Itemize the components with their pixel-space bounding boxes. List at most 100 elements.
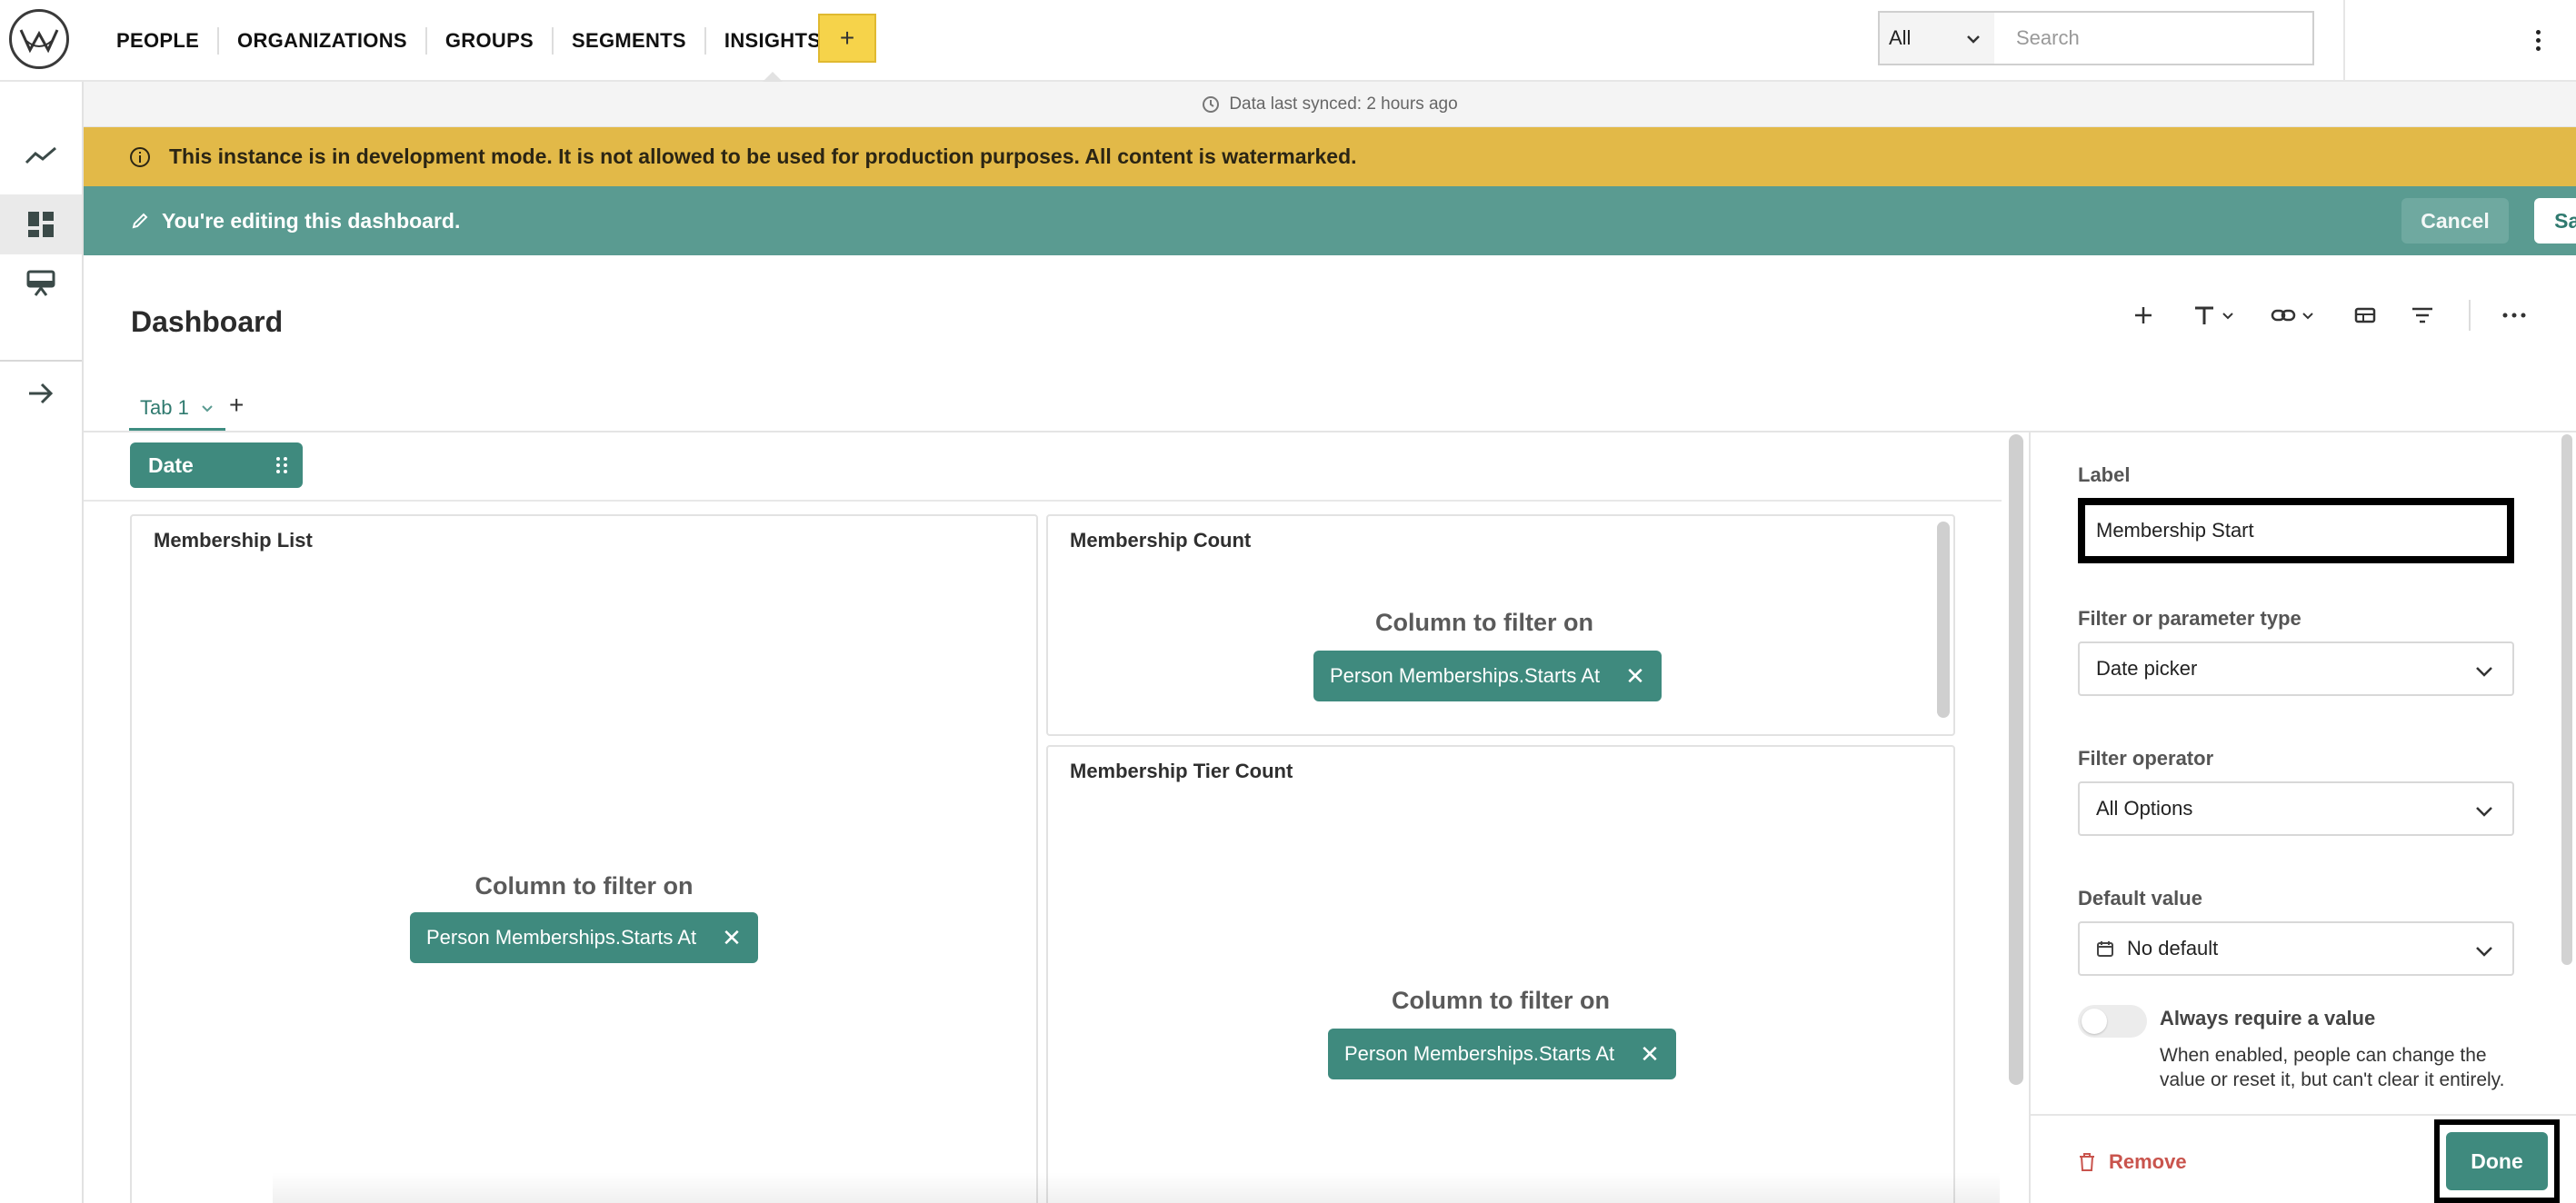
panel-scrollbar[interactable] — [2561, 434, 2572, 965]
done-button[interactable]: Done — [2446, 1132, 2548, 1190]
card-membership-tier-count[interactable]: Membership Tier Count Column to filter o… — [1046, 745, 1955, 1203]
search-scope-value: All — [1889, 26, 1912, 49]
require-value-help: When enabled, people can change the valu… — [2160, 1045, 2505, 1090]
chevron-down-icon — [2476, 947, 2492, 957]
more-options-button[interactable] — [2501, 296, 2527, 334]
add-filter-button[interactable] — [2411, 296, 2434, 334]
filter-strip: Date — [84, 434, 2002, 502]
nav-segments[interactable]: SEGMENTS — [554, 27, 706, 55]
chevron-down-icon — [1967, 35, 1980, 44]
chevron-down-icon — [2476, 807, 2492, 817]
main-nav: PEOPLE ORGANIZATIONS GROUPS SEGMENTS INS… — [98, 0, 839, 82]
nav-people[interactable]: PEOPLE — [98, 27, 220, 55]
card-membership-list[interactable]: Membership List Column to filter on Pers… — [130, 514, 1038, 1203]
add-new-button[interactable]: + — [818, 14, 876, 63]
add-question-button[interactable] — [2132, 296, 2154, 334]
close-icon[interactable]: ✕ — [722, 926, 742, 949]
arrow-right-icon[interactable] — [0, 363, 82, 423]
dashboard-icon[interactable] — [0, 194, 82, 254]
sync-text: Data last synced: 2 hours ago — [1229, 94, 1458, 114]
column-filter-value: Person Memberships.Starts At — [1344, 1042, 1615, 1065]
edit-mode-bar: You're editing this dashboard. Cancel Sa… — [84, 186, 2576, 255]
column-filter-value: Person Memberships.Starts At — [426, 926, 697, 949]
cancel-button[interactable]: Cancel — [2401, 198, 2509, 244]
plus-icon — [2135, 307, 2152, 323]
column-filter-value: Person Memberships.Starts At — [1330, 664, 1601, 687]
section-icon — [2354, 307, 2376, 323]
logo-icon[interactable] — [9, 9, 69, 69]
bottom-shadow — [273, 1172, 2000, 1203]
filter-type-select[interactable]: Date picker — [2078, 641, 2514, 696]
card-title: Membership Count — [1070, 529, 1252, 552]
add-section-button[interactable] — [2354, 296, 2376, 334]
rail-divider — [0, 360, 82, 362]
card-title: Membership Tier Count — [1070, 760, 1293, 782]
edit-mode-text: You're editing this dashboard. — [162, 208, 461, 233]
operator-heading: Filter operator — [2078, 747, 2214, 770]
save-button[interactable]: Save — [2534, 198, 2576, 244]
default-value-text: No default — [2127, 937, 2219, 959]
filter-type-value: Date picker — [2096, 657, 2198, 680]
column-filter-chip[interactable]: Person Memberships.Starts At ✕ — [1328, 1029, 1676, 1079]
column-filter-chip[interactable]: Person Memberships.Starts At ✕ — [1313, 651, 1662, 701]
add-tab-button[interactable]: + — [229, 391, 244, 420]
date-filter-chip[interactable]: Date — [130, 442, 303, 488]
default-value-select[interactable]: No default — [2078, 921, 2514, 976]
close-icon[interactable]: ✕ — [1640, 1042, 1660, 1066]
info-icon — [130, 146, 150, 167]
column-filter-chip[interactable]: Person Memberships.Starts At ✕ — [410, 912, 758, 963]
panel-footer: Remove Done — [2031, 1114, 2576, 1203]
tab-1[interactable]: Tab 1 — [129, 387, 225, 431]
card-scrollbar[interactable] — [1937, 522, 1950, 718]
filter-operator-value: All Options — [2096, 797, 2193, 820]
grip-icon[interactable] — [276, 457, 288, 473]
more-icon — [2502, 313, 2526, 318]
link-icon — [2271, 309, 2296, 322]
left-rail — [0, 82, 84, 1203]
default-heading: Default value — [2078, 887, 2202, 910]
dashboard-scrollbar[interactable] — [2009, 434, 2023, 1085]
label-input-value: Membership Start — [2096, 519, 2254, 542]
type-heading: Filter or parameter type — [2078, 607, 2301, 630]
column-filter-label: Column to filter on — [1375, 609, 1593, 636]
chart-line-icon[interactable] — [0, 125, 82, 185]
clock-icon — [1203, 95, 1220, 113]
dev-mode-banner: This instance is in development mode. It… — [84, 127, 2576, 186]
dev-mode-text: This instance is in development mode. It… — [169, 144, 1357, 168]
close-icon[interactable]: ✕ — [1625, 664, 1645, 688]
trash-icon — [2080, 1153, 2094, 1171]
nav-groups[interactable]: GROUPS — [427, 27, 554, 55]
card-membership-count[interactable]: Membership Count Column to filter on Per… — [1046, 514, 1955, 736]
presentation-icon[interactable] — [0, 254, 82, 314]
column-filter-label: Column to filter on — [1392, 987, 1610, 1014]
card-title: Membership List — [154, 529, 313, 552]
require-value-toggle[interactable] — [2078, 1005, 2147, 1038]
calendar-icon — [2097, 941, 2113, 957]
search-scope-select[interactable]: All — [1878, 11, 1996, 65]
chevron-down-icon — [2476, 667, 2492, 677]
done-highlight: Done — [2434, 1119, 2560, 1203]
dashboard-tabs: Tab 1 + — [84, 387, 2576, 432]
date-filter-label: Date — [148, 452, 194, 477]
nav-organizations[interactable]: ORGANIZATIONS — [219, 27, 427, 55]
remove-button[interactable]: Remove — [2078, 1150, 2187, 1174]
tab-label: Tab 1 — [140, 395, 189, 419]
text-icon — [2195, 306, 2213, 324]
chevron-down-icon — [2302, 313, 2313, 320]
sync-status: Data last synced: 2 hours ago — [84, 82, 2576, 127]
more-menu-icon[interactable] — [2527, 24, 2549, 56]
pencil-icon — [132, 213, 148, 229]
chevron-down-icon[interactable] — [200, 401, 215, 415]
top-divider — [2343, 0, 2345, 82]
filter-operator-select[interactable]: All Options — [2078, 781, 2514, 836]
top-navigation: PEOPLE ORGANIZATIONS GROUPS SEGMENTS INS… — [0, 0, 2576, 82]
dashboard-title[interactable]: Dashboard — [131, 305, 283, 339]
remove-label: Remove — [2109, 1150, 2187, 1173]
search-input[interactable] — [1994, 11, 2314, 65]
add-link-button[interactable] — [2271, 296, 2314, 334]
add-text-button[interactable] — [2192, 296, 2234, 334]
column-filter-label: Column to filter on — [474, 872, 694, 900]
label-input[interactable]: Membership Start — [2078, 498, 2514, 563]
label-heading: Label — [2078, 463, 2131, 486]
chevron-down-icon — [2222, 313, 2233, 320]
